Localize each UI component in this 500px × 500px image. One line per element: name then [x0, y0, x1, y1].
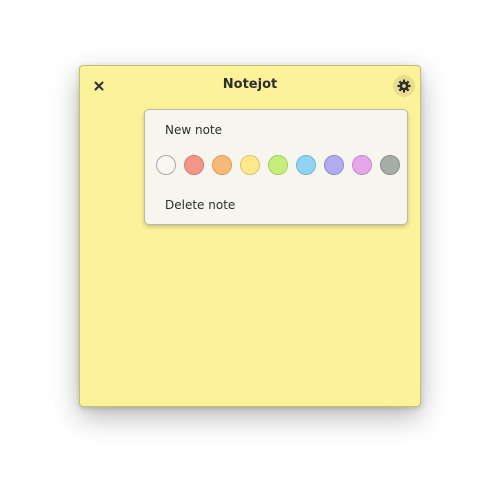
- settings-popover: New note Delete note: [144, 109, 408, 225]
- color-swatch-pink[interactable]: [352, 155, 372, 175]
- delete-note-menu-item[interactable]: Delete note: [165, 198, 235, 212]
- window-title: Notejot: [222, 77, 278, 92]
- color-swatch-yellow[interactable]: [240, 155, 260, 175]
- color-swatch-white[interactable]: [156, 155, 176, 175]
- color-swatch-red[interactable]: [184, 155, 204, 175]
- titlebar: Notejot: [80, 66, 420, 106]
- color-picker: [156, 155, 408, 179]
- gear-icon: [397, 79, 411, 93]
- new-note-menu-item[interactable]: New note: [165, 123, 222, 137]
- color-swatch-blue[interactable]: [296, 155, 316, 175]
- color-swatch-gray[interactable]: [380, 155, 400, 175]
- color-swatch-purple[interactable]: [324, 155, 344, 175]
- color-swatch-orange[interactable]: [212, 155, 232, 175]
- settings-button[interactable]: [393, 75, 415, 97]
- color-swatch-green[interactable]: [268, 155, 288, 175]
